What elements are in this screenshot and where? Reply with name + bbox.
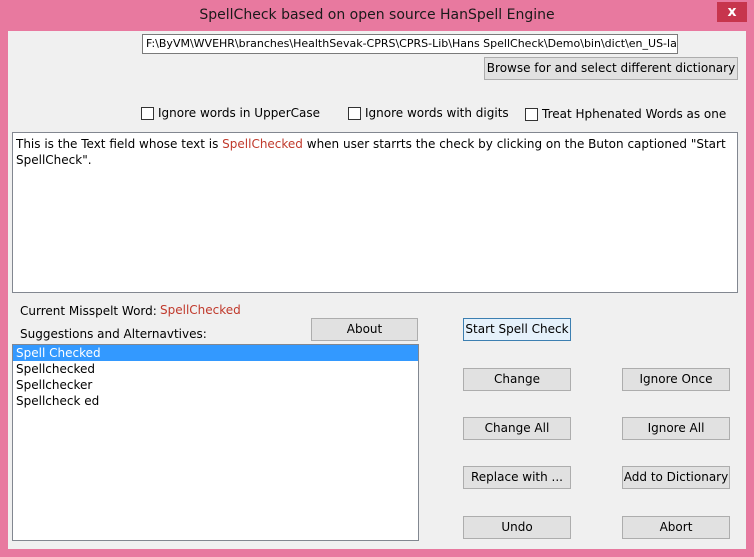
about-button[interactable]: About [311,318,418,341]
suggestions-label: Suggestions and Alternavtives: [20,327,207,341]
suggestions-list[interactable]: Spell Checked Spellchecked Spellchecker … [12,344,419,541]
treat-hyphenated-checkbox[interactable]: Treat Hphenated Words as one [525,107,726,121]
list-item[interactable]: Spellchecked [13,361,418,377]
ignore-uppercase-label: Ignore words in UpperCase [158,106,320,120]
current-misspelt-word: SpellChecked [160,303,241,317]
undo-button[interactable]: Undo [463,516,571,539]
change-button[interactable]: Change [463,368,571,391]
checkbox-box[interactable] [141,106,154,120]
ignore-digits-label: Ignore words with digits [365,106,509,120]
list-item[interactable]: Spellchecker [13,377,418,393]
checkbox-box[interactable] [525,107,538,121]
treat-hyphenated-label: Treat Hphenated Words as one [542,107,727,121]
text-to-check-field[interactable]: This is the Text field whose text is Spe… [12,132,738,293]
start-spell-check-button[interactable]: Start Spell Check [463,318,571,341]
abort-button[interactable]: Abort [622,516,730,539]
change-all-button[interactable]: Change All [463,417,571,440]
highlighted-misspelt-word: SpellChecked [222,137,303,151]
list-item[interactable]: Spell Checked [13,345,418,361]
ignore-all-button[interactable]: Ignore All [622,417,730,440]
list-item[interactable]: Spellcheck ed [13,393,418,409]
ignore-uppercase-checkbox[interactable]: Ignore words in UpperCase [141,106,320,120]
window-title: SpellCheck based on open source HanSpell… [199,7,555,23]
checkbox-box[interactable] [348,106,361,120]
current-misspelt-label: Current Misspelt Word: [20,304,157,318]
add-to-dictionary-button[interactable]: Add to Dictionary [622,466,730,489]
browse-dictionary-button[interactable]: Browse for and select different dictiona… [484,57,738,80]
close-button[interactable]: x [717,2,747,22]
title-bar[interactable]: SpellCheck based on open source HanSpell… [0,0,754,32]
dictionary-path-field[interactable]: F:\ByVM\WVEHR\branches\HealthSevak-CPRS\… [142,34,678,54]
ignore-once-button[interactable]: Ignore Once [622,368,730,391]
dialog-client-area: F:\ByVM\WVEHR\branches\HealthSevak-CPRS\… [8,31,746,549]
text-before: This is the Text field whose text is [16,137,223,151]
ignore-digits-checkbox[interactable]: Ignore words with digits [348,106,509,120]
replace-with-button[interactable]: Replace with ... [463,466,571,489]
spellcheck-window: SpellCheck based on open source HanSpell… [0,0,754,557]
